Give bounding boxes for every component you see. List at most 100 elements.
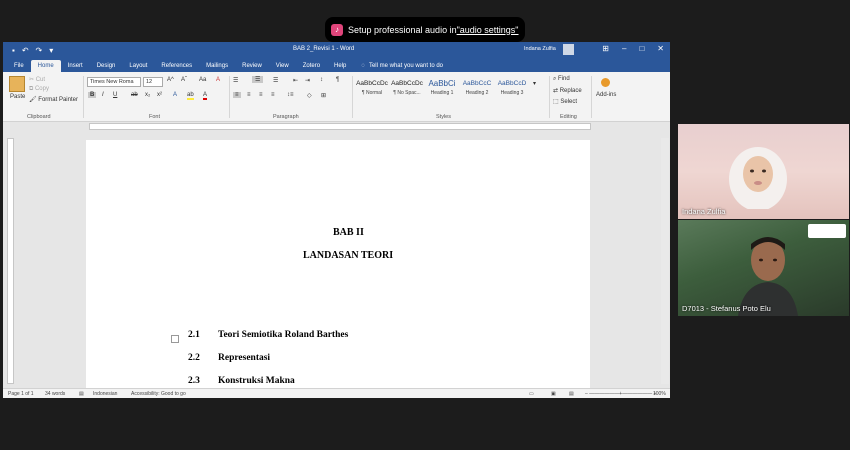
zoom-level[interactable]: 100% bbox=[653, 391, 666, 397]
select-button[interactable]: ⬚ Select bbox=[553, 98, 577, 105]
format-painter-button[interactable]: 🖌 Format Painter bbox=[29, 96, 78, 103]
accessibility-status[interactable]: Accessibility: Good to go bbox=[131, 391, 186, 397]
font-name-box[interactable]: Times New Roma bbox=[87, 77, 141, 87]
font-size-box[interactable]: 12 bbox=[143, 77, 163, 87]
ruler-bar bbox=[89, 123, 591, 130]
tab-file[interactable]: File bbox=[7, 63, 31, 72]
cut-button[interactable]: ✂ Cut bbox=[29, 76, 45, 83]
pilcrow-icon[interactable]: ¶ bbox=[336, 77, 339, 83]
style-normal[interactable]: AaBbCcDc ¶ Normal bbox=[355, 78, 389, 96]
grow-font-icon[interactable]: A^ bbox=[167, 77, 174, 83]
tab-design[interactable]: Design bbox=[90, 63, 123, 72]
addins-icon[interactable] bbox=[601, 78, 610, 87]
bold-icon[interactable]: B bbox=[88, 92, 97, 98]
web-layout-icon[interactable]: ▤ bbox=[569, 391, 574, 397]
clear-formatting-icon[interactable]: A bbox=[216, 77, 220, 83]
align-center-icon[interactable]: ≡ bbox=[247, 92, 251, 98]
language[interactable]: Indonesian bbox=[93, 391, 117, 397]
align-right-icon[interactable]: ≡ bbox=[259, 92, 263, 98]
focus-icon[interactable]: ▭ bbox=[529, 391, 534, 397]
vertical-scrollbar[interactable] bbox=[661, 138, 669, 384]
status-bar: Page 1 of 1 34 words ▤ Indonesian Access… bbox=[3, 388, 670, 398]
style-name: ¶ Normal bbox=[361, 90, 383, 96]
bullets-icon[interactable]: ☰ bbox=[233, 77, 238, 84]
tab-help[interactable]: Help bbox=[327, 63, 353, 72]
save-icon[interactable]: ▪ bbox=[12, 46, 15, 55]
styles-more-icon[interactable]: ▾ bbox=[533, 80, 536, 87]
format-painter-label: Format Painter bbox=[38, 97, 78, 103]
ribbon-display-icon[interactable]: ⊞ bbox=[602, 44, 609, 53]
paste-button[interactable]: Paste bbox=[10, 94, 25, 100]
style-no-spacing[interactable]: AaBbCcDc ¶ No Spac... bbox=[390, 78, 424, 96]
audio-settings-link[interactable]: "audio settings" bbox=[457, 25, 519, 35]
close-icon[interactable]: ✕ bbox=[657, 44, 664, 53]
tab-insert[interactable]: Insert bbox=[61, 63, 90, 72]
tab-references[interactable]: References bbox=[154, 63, 199, 72]
decrease-indent-icon[interactable]: ⇤ bbox=[293, 77, 298, 84]
shading-icon[interactable]: ◇ bbox=[307, 92, 312, 99]
print-layout-icon[interactable]: ▣ bbox=[551, 391, 556, 397]
multilevel-list-icon[interactable]: ☰ bbox=[273, 77, 278, 84]
copy-button[interactable]: ⧉ Copy bbox=[29, 86, 49, 93]
justify-icon[interactable]: ≡ bbox=[271, 92, 275, 98]
addins-button[interactable]: Add-ins bbox=[596, 92, 616, 98]
notification-text: Setup professional audio in bbox=[348, 24, 457, 35]
vertical-ruler[interactable] bbox=[7, 138, 14, 384]
font-color-icon[interactable]: A bbox=[203, 92, 208, 100]
tab-layout[interactable]: Layout bbox=[122, 63, 154, 72]
section-title: Teori Semiotika Roland Barthes bbox=[218, 330, 349, 340]
find-button[interactable]: ⌕ Find bbox=[553, 76, 570, 83]
borders-icon[interactable]: ⊞ bbox=[321, 92, 326, 99]
tab-home[interactable]: Home bbox=[30, 60, 61, 72]
customize-icon[interactable]: ▾ bbox=[49, 46, 53, 55]
italic-icon[interactable]: I bbox=[102, 92, 104, 98]
style-heading-1[interactable]: AaBbCi Heading 1 bbox=[425, 78, 459, 96]
strikethrough-icon[interactable]: ab bbox=[131, 92, 138, 98]
word-count[interactable]: 34 words bbox=[45, 391, 65, 397]
underline-icon[interactable]: U bbox=[113, 92, 117, 98]
proofing-icon[interactable]: ▤ bbox=[79, 391, 84, 397]
quick-access-toolbar: ▪ ↶ ↷ ▾ bbox=[3, 46, 53, 55]
paragraph-group-label: Paragraph bbox=[273, 114, 299, 120]
tab-mailings[interactable]: Mailings bbox=[199, 63, 235, 72]
tab-view[interactable]: View bbox=[269, 63, 296, 72]
tab-zotero[interactable]: Zotero bbox=[296, 63, 327, 72]
line-spacing-icon[interactable]: ↕≡ bbox=[287, 92, 294, 98]
replace-button[interactable]: ⇄ Replace bbox=[553, 87, 582, 94]
style-name: Heading 2 bbox=[465, 90, 489, 96]
style-preview: AaBbCcDc bbox=[391, 80, 423, 87]
audio-notification[interactable]: ♪ Setup professional audio in "audio set… bbox=[325, 17, 525, 42]
style-heading-3[interactable]: AaBbCcD Heading 3 bbox=[495, 78, 529, 96]
align-left-icon[interactable]: ≡ bbox=[233, 92, 241, 98]
tell-me-search[interactable]: Tell me what you want to do bbox=[369, 63, 443, 72]
page-count[interactable]: Page 1 of 1 bbox=[8, 391, 34, 397]
superscript-icon[interactable]: x² bbox=[157, 92, 162, 98]
numbering-icon[interactable]: ☰ bbox=[252, 76, 264, 83]
shrink-font-icon[interactable]: Aˇ bbox=[181, 77, 187, 83]
participant-video[interactable]: D7013 - Stefanus Poto Elu bbox=[678, 220, 849, 316]
participant-video[interactable]: Indana Zulfia bbox=[678, 124, 849, 219]
increase-indent-icon[interactable]: ⇥ bbox=[305, 77, 310, 84]
style-heading-2[interactable]: AaBbCcC Heading 2 bbox=[460, 78, 494, 96]
zoom-slider[interactable]: – ——————+—————— + bbox=[585, 391, 656, 397]
highlight-icon[interactable]: ab bbox=[187, 92, 194, 100]
paste-icon[interactable] bbox=[9, 76, 25, 92]
change-case-icon[interactable]: Aa bbox=[199, 77, 206, 83]
undo-icon[interactable]: ↶ bbox=[22, 46, 29, 55]
redo-icon[interactable]: ↷ bbox=[36, 46, 43, 55]
text-effects-icon[interactable]: A bbox=[173, 92, 177, 98]
copy-label: Copy bbox=[34, 86, 49, 92]
document-page[interactable]: BAB II LANDASAN TEORI 2.1 Teori Semiotik… bbox=[86, 140, 590, 388]
tab-review[interactable]: Review bbox=[235, 63, 269, 72]
style-name: Heading 1 bbox=[430, 90, 454, 96]
subscript-icon[interactable]: x₂ bbox=[145, 92, 150, 98]
paste-options-icon[interactable] bbox=[171, 335, 179, 343]
avatar[interactable] bbox=[563, 44, 574, 55]
maximize-icon[interactable]: □ bbox=[639, 44, 644, 53]
sort-icon[interactable]: ↕ bbox=[320, 77, 323, 83]
horizontal-ruler[interactable] bbox=[3, 122, 670, 131]
minimize-icon[interactable]: – bbox=[622, 44, 626, 53]
account-name[interactable]: Indana Zulfia bbox=[524, 46, 556, 52]
section-number: 2.2 bbox=[188, 353, 200, 363]
section-title: Representasi bbox=[218, 353, 271, 363]
